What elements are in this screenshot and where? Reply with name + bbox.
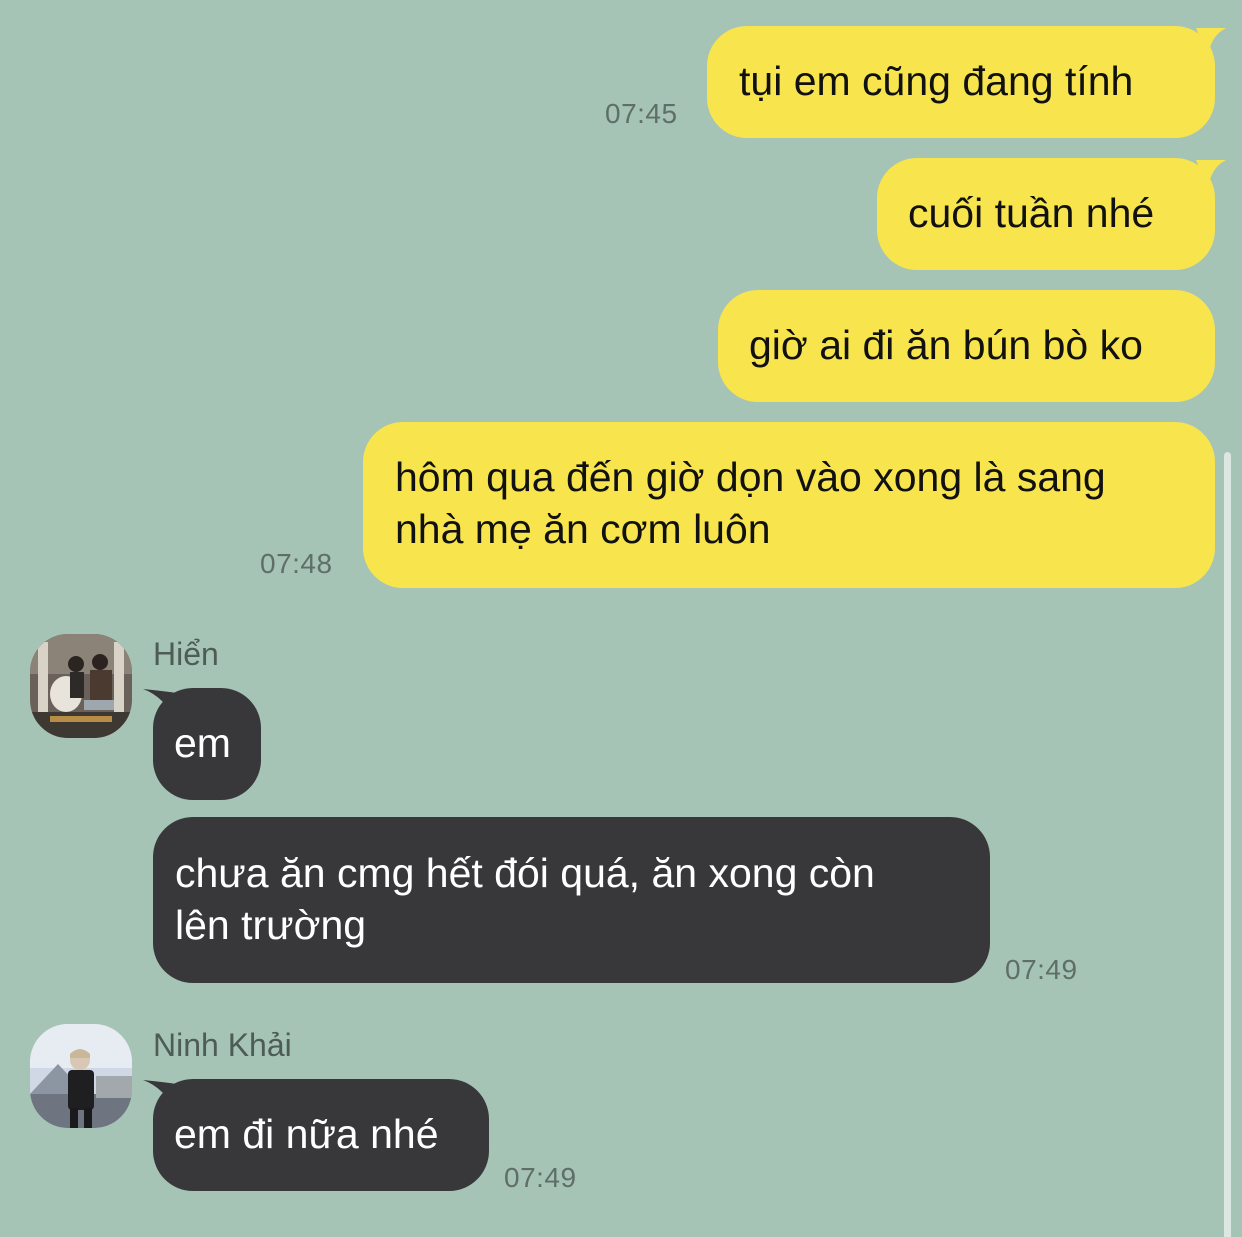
bubble-tail-icon — [1196, 28, 1226, 58]
message-timestamp: 07:49 — [1005, 954, 1078, 985]
sender-name: Hiển — [153, 636, 219, 672]
message-bubble-incoming[interactable]: em — [153, 688, 261, 800]
avatar-ninh-khai[interactable] — [30, 1024, 132, 1128]
message-text-line: hôm qua đến giờ dọn vào xong là sang — [395, 454, 1106, 500]
message-text-line: chưa ăn cmg hết đói quá, ăn xong còn — [175, 850, 875, 896]
message-text: cuối tuần nhé — [908, 190, 1155, 236]
message-text: tụi em cũng đang tính — [739, 58, 1134, 104]
user-photo-icon — [30, 1024, 132, 1128]
user-photo-icon — [30, 634, 132, 738]
bubble-tail-icon — [1196, 160, 1226, 190]
message-text: em — [174, 720, 231, 766]
message-bubble-outgoing[interactable]: tụi em cũng đang tính — [707, 26, 1215, 138]
message-bubble-incoming[interactable]: chưa ăn cmg hết đói quá, ăn xong còn lên… — [153, 817, 990, 983]
message-bubble-outgoing[interactable]: hôm qua đến giờ dọn vào xong là sang nhà… — [363, 422, 1215, 588]
message-bubble-incoming[interactable]: em đi nữa nhé — [153, 1079, 489, 1191]
message-text-line: nhà mẹ ăn cơm luôn — [395, 506, 771, 552]
message-timestamp: 07:49 — [504, 1162, 577, 1193]
scrollbar[interactable] — [1224, 452, 1231, 1237]
sender-name: Ninh Khải — [153, 1027, 292, 1063]
avatar-hien[interactable] — [30, 634, 132, 738]
message-timestamp: 07:45 — [605, 98, 678, 129]
message-bubble-outgoing[interactable]: giờ ai đi ăn bún bò ko — [718, 290, 1215, 402]
message-text: em đi nữa nhé — [174, 1111, 439, 1157]
chat-view[interactable]: tụi em cũng đang tính 07:45 cuối tuần nh… — [0, 0, 1242, 1237]
message-text: giờ ai đi ăn bún bò ko — [749, 322, 1143, 368]
message-timestamp: 07:48 — [260, 548, 333, 579]
message-bubble-outgoing[interactable]: cuối tuần nhé — [877, 158, 1215, 270]
message-text-line: lên trường — [175, 902, 367, 948]
